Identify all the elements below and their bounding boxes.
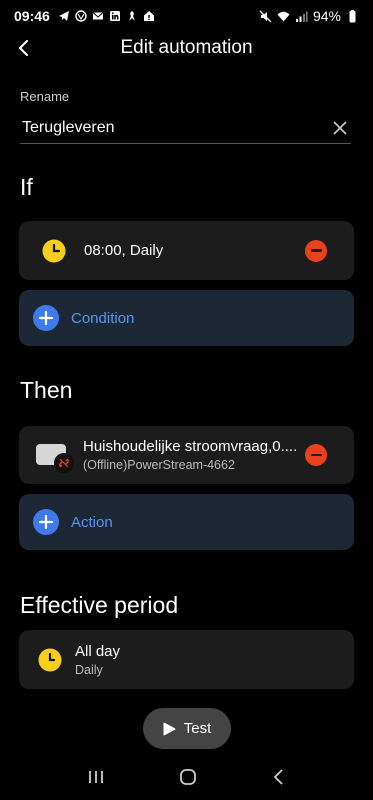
- clear-button[interactable]: [329, 117, 351, 139]
- clock-icon: [36, 646, 64, 674]
- action-card[interactable]: Huishoudelijke stroomvraag,0.... (Offlin…: [19, 426, 354, 484]
- status-bar: 09:46 94%: [0, 0, 373, 32]
- home-icon: [180, 768, 197, 785]
- action-subtitle: (Offline)PowerStream-4662: [83, 458, 235, 472]
- mute-icon: [259, 10, 272, 22]
- action-text-group: Huishoudelijke stroomvraag,0.... (Offlin…: [83, 438, 297, 472]
- then-section-title: Then: [20, 377, 73, 403]
- back-button[interactable]: [12, 36, 36, 60]
- rename-label: Rename: [20, 89, 70, 104]
- plus-icon: [33, 305, 59, 331]
- effective-period-sub: Daily: [75, 662, 103, 677]
- effective-period-value: All day: [75, 642, 121, 660]
- top-app-bar: Edit automation: [0, 32, 373, 64]
- effective-period-card[interactable]: All day Daily: [19, 630, 354, 689]
- action-title: Huishoudelijke stroomvraag,0....: [83, 438, 298, 455]
- minus-icon: [310, 249, 322, 252]
- device-icon: [36, 439, 74, 473]
- system-icons: 94%: [259, 8, 359, 24]
- clock-icon: [40, 237, 68, 265]
- wifi-icon: [277, 11, 290, 21]
- volkswagen-icon: [75, 10, 87, 22]
- play-icon: [163, 722, 176, 735]
- battery-text: 94%: [312, 8, 341, 24]
- trigger-card[interactable]: 08:00, Daily: [19, 221, 354, 280]
- telegram-icon: [58, 11, 69, 21]
- remove-action-button[interactable]: [305, 444, 327, 466]
- linkedin-icon: [109, 11, 120, 21]
- test-button[interactable]: Test: [143, 708, 231, 749]
- add-action-label: Action: [71, 513, 113, 531]
- add-condition-button[interactable]: Condition: [19, 290, 354, 346]
- home-alert-icon: [143, 11, 154, 21]
- recent-apps-button[interactable]: [87, 769, 105, 790]
- rename-input[interactable]: Terugleveren: [20, 112, 351, 144]
- back-nav-button[interactable]: [272, 768, 286, 791]
- system-navigation-bar: [0, 760, 373, 798]
- bird-icon: [128, 11, 135, 21]
- add-condition-label: Condition: [71, 309, 135, 327]
- home-button[interactable]: [179, 768, 197, 791]
- trigger-text: 08:00, Daily: [84, 242, 164, 259]
- mail-icon: [92, 12, 104, 20]
- test-button-label: Test: [183, 720, 212, 737]
- offline-link-icon: [54, 453, 74, 473]
- signal-icon: [295, 11, 308, 22]
- rename-value[interactable]: Terugleveren: [20, 119, 329, 137]
- effective-period-text-group: All day Daily: [75, 643, 120, 677]
- back-icon: [273, 768, 283, 785]
- recents-icon: [89, 770, 104, 783]
- status-time: 09:46: [14, 8, 50, 24]
- minus-icon: [310, 453, 322, 457]
- page-title: Edit automation: [120, 37, 253, 58]
- if-section-title: If: [20, 174, 33, 200]
- notification-icons: [58, 10, 155, 22]
- battery-icon: [349, 9, 356, 22]
- effective-period-title: Effective period: [20, 592, 179, 618]
- close-icon: [333, 120, 347, 135]
- plus-icon: [33, 509, 59, 535]
- chevron-left-icon: [18, 39, 29, 57]
- remove-trigger-button[interactable]: [305, 239, 327, 262]
- add-action-button[interactable]: Action: [19, 494, 354, 550]
